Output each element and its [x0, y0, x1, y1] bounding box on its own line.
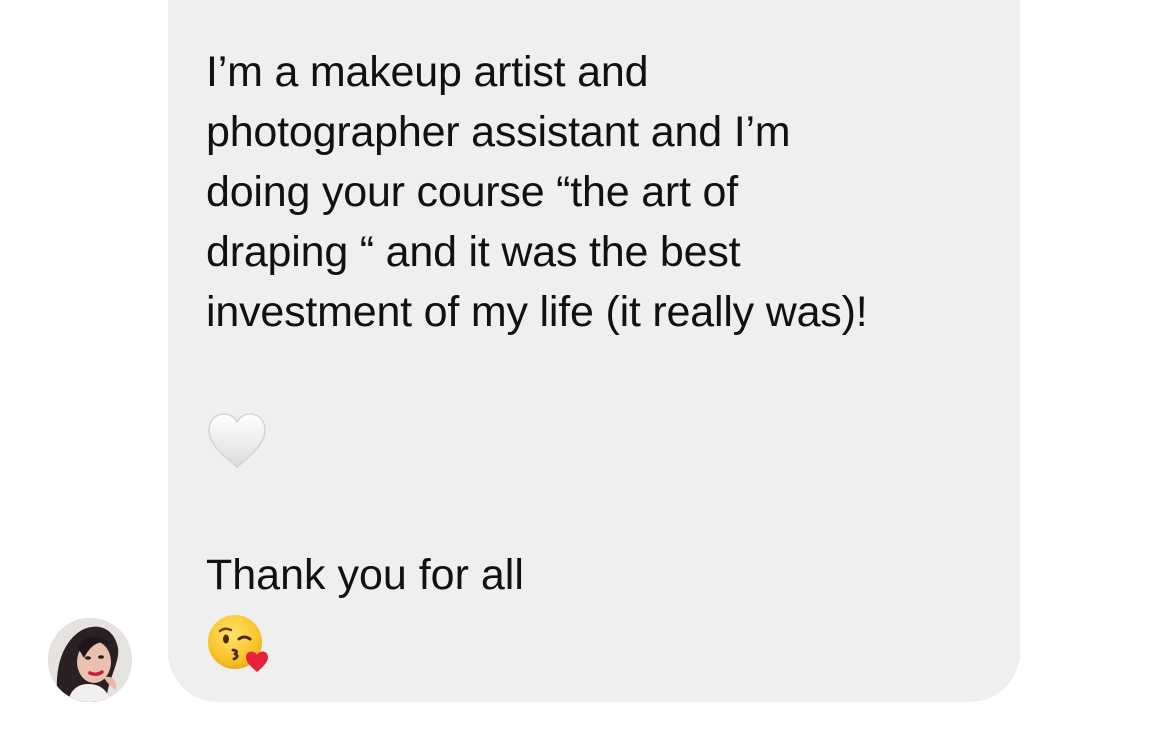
message-text: I’m a makeup artist and photographer ass…	[206, 42, 1006, 342]
message-line: investment of my life (it really was)!	[206, 288, 868, 336]
message-line: I’m a makeup artist and	[206, 48, 649, 96]
sender-avatar[interactable]	[48, 618, 132, 702]
kiss-face-icon	[206, 612, 268, 674]
white-heart-icon	[206, 411, 268, 471]
message-line: draping “ and it was the best	[206, 228, 741, 276]
message-line: photographer assistant and I’m	[206, 108, 791, 156]
closing-text: Thank you for all	[206, 551, 524, 599]
message-line: doing your course “the art of	[206, 168, 738, 216]
